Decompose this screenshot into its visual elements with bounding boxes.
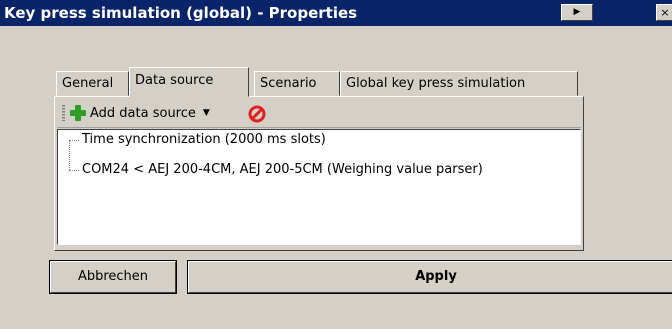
- title-bar: Key press simulation (global) - Properti…: [0, 0, 672, 26]
- data-source-tree[interactable]: Time synchronization (2000 ms slots) COM…: [57, 129, 581, 245]
- close-button[interactable]: ×: [656, 4, 672, 21]
- chevron-down-icon: ▼: [202, 108, 210, 118]
- toolbar-grip[interactable]: [62, 105, 65, 121]
- tab-general[interactable]: General: [56, 71, 129, 96]
- apply-button[interactable]: Apply: [187, 260, 672, 294]
- data-source-panel: Add data source ▼ Time synchronization (…: [54, 96, 584, 251]
- add-data-source-label: Add data source: [90, 105, 196, 121]
- tab-label: General: [62, 76, 114, 91]
- tab-global-key-press-simulation[interactable]: Global key press simulation: [340, 71, 578, 96]
- no-entry-icon[interactable]: [248, 105, 266, 123]
- tab-label: Scenario: [260, 76, 317, 91]
- plus-icon: [69, 104, 87, 122]
- tree-item-com24[interactable]: COM24 < AEJ 200-4CM, AEJ 200-5CM (Weighi…: [82, 160, 483, 180]
- apply-button-label: Apply: [415, 269, 457, 284]
- tree-connector: [69, 140, 79, 141]
- tab-label: Global key press simulation: [346, 76, 526, 91]
- close-icon: ×: [660, 6, 670, 19]
- add-data-source-button[interactable]: Add data source ▼: [69, 102, 210, 124]
- tab-label: Data source: [135, 73, 214, 88]
- tree-connector: [69, 170, 79, 171]
- tab-data-source[interactable]: Data source: [129, 67, 249, 97]
- cancel-button-label: Abbrechen: [77, 269, 149, 284]
- cancel-button[interactable]: Abbrechen: [49, 260, 177, 294]
- data-source-toolbar: Add data source ▼: [57, 99, 581, 128]
- tree-connector: [69, 140, 70, 170]
- play-icon: ▶: [573, 7, 581, 17]
- tab-scenario[interactable]: Scenario: [254, 71, 340, 96]
- tree-item-time-sync[interactable]: Time synchronization (2000 ms slots): [82, 130, 326, 150]
- window-title: Key press simulation (global) - Properti…: [4, 4, 358, 22]
- window-menu-button[interactable]: ▶: [561, 4, 593, 21]
